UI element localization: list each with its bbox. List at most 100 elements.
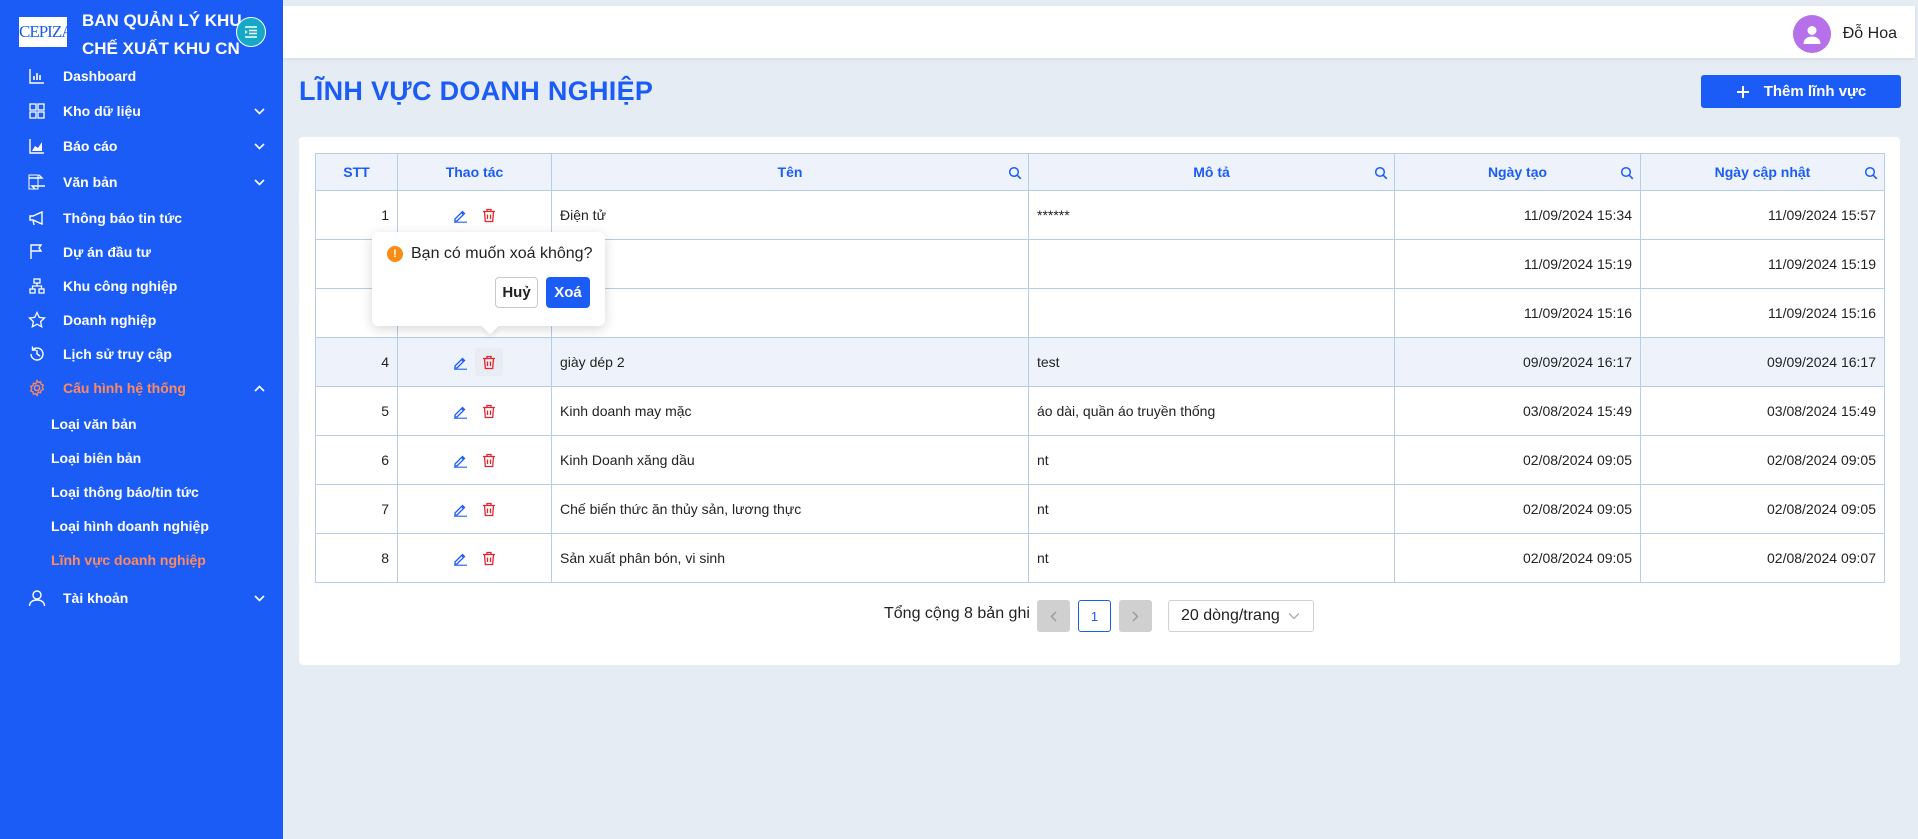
- cell-actions: [397, 533, 552, 583]
- prev-page-button[interactable]: [1037, 600, 1070, 632]
- cell-created: 03/08/2024 15:49: [1394, 386, 1641, 436]
- pagination-total: Tổng cộng 8 bản ghi: [884, 605, 1030, 622]
- sidebar-item-label: Dự án đầu tư: [63, 244, 151, 260]
- chevron-right-icon: [1132, 611, 1139, 621]
- sidebar-item-khu-cong-nghiep[interactable]: Khu công nghiệp: [0, 271, 283, 301]
- edit-icon[interactable]: [447, 201, 475, 229]
- sidebar-item-cau-hinh-he-thong[interactable]: Cấu hình hệ thống: [0, 373, 283, 403]
- col-header-label: Ngày cập nhật: [1714, 164, 1811, 180]
- table-row[interactable]: 5 Kinh doanh may mặc áo dài, quần áo truyề…: [315, 386, 1885, 436]
- table-row[interactable]: 7 Chế biến thức ăn thủy sản, lương thực nt…: [315, 484, 1885, 534]
- sub-item-linh-vuc-doanh-nghiep[interactable]: Lĩnh vực doanh nghiệp: [51, 547, 206, 573]
- cell-name: Chế biến thức ăn thủy sản, lương thực: [551, 484, 1029, 534]
- cell-updated: 11/09/2024 15:57: [1640, 190, 1885, 240]
- chevron-left-icon: [1050, 611, 1057, 621]
- cell-description: [1028, 288, 1395, 338]
- cell-description: ******: [1028, 190, 1395, 240]
- sub-item-loai-bien-ban[interactable]: Loại biên bản: [51, 445, 141, 471]
- cell-stt: 4: [315, 337, 398, 387]
- cell-stt: 7: [315, 484, 398, 534]
- menu-collapse-button[interactable]: [236, 17, 266, 47]
- logo[interactable]: CEPIZA: [18, 16, 74, 48]
- sub-item-loai-van-ban[interactable]: Loại văn bản: [51, 411, 137, 437]
- delete-icon[interactable]: [475, 446, 503, 474]
- edit-icon[interactable]: [447, 348, 475, 376]
- edit-icon[interactable]: [447, 397, 475, 425]
- cell-updated: 02/08/2024 09:05: [1640, 484, 1885, 534]
- col-header-actions: Thao tác: [397, 153, 552, 191]
- col-header-updated: Ngày cập nhật: [1640, 153, 1885, 191]
- top-bar: Đỗ Hoa: [283, 6, 1915, 58]
- cell-actions: [397, 435, 552, 485]
- search-icon[interactable]: [1864, 166, 1878, 180]
- sidebar-item-label: Doanh nghiệp: [63, 312, 157, 328]
- sidebar-item-lich-su-truy-cap[interactable]: Lịch sử truy cập: [0, 339, 283, 369]
- cell-description: áo dài, quần áo truyền thống: [1028, 386, 1395, 436]
- cell-created: 02/08/2024 09:05: [1394, 435, 1641, 485]
- cell-updated: 11/09/2024 15:19: [1640, 239, 1885, 289]
- col-header-label: Ngày tạo: [1487, 164, 1548, 180]
- brand-name: BAN QUẢN LÝ KHU CHẾ XUẤT KHU CN: [82, 7, 242, 63]
- user-menu[interactable]: Đỗ Hoa: [1792, 15, 1897, 53]
- sidebar-item-label: Văn bản: [63, 174, 118, 190]
- sidebar-item-du-an-dau-tu[interactable]: Dự án đầu tư: [0, 237, 283, 267]
- chevron-down-icon: [252, 104, 266, 118]
- search-icon[interactable]: [1008, 166, 1022, 180]
- edit-icon[interactable]: [447, 544, 475, 572]
- col-header-created: Ngày tạo: [1394, 153, 1641, 191]
- col-header-description: Mô tả: [1028, 153, 1395, 191]
- chevron-down-icon: [1288, 613, 1300, 620]
- edit-icon[interactable]: [447, 495, 475, 523]
- cell-updated: 11/09/2024 15:16: [1640, 288, 1885, 338]
- add-field-button[interactable]: Thêm lĩnh vực: [1701, 75, 1901, 108]
- col-header-label: Thao tác: [445, 164, 504, 180]
- chevron-up-icon: [252, 381, 266, 395]
- menu-fold-icon: [245, 26, 257, 38]
- search-icon[interactable]: [1620, 166, 1634, 180]
- search-icon[interactable]: [1374, 166, 1388, 180]
- sidebar-item-bao-cao[interactable]: Báo cáo: [0, 131, 283, 161]
- sidebar-item-doanh-nghiep[interactable]: Doanh nghiệp: [0, 305, 283, 335]
- chevron-down-icon: [252, 139, 266, 153]
- page-size-select[interactable]: 20 dòng/trang: [1168, 600, 1314, 632]
- chevron-down-icon: [252, 175, 266, 189]
- sidebar-item-label: Cấu hình hệ thống: [63, 380, 186, 396]
- delete-icon[interactable]: [475, 544, 503, 572]
- popconfirm-message: Bạn có muốn xoá không?: [411, 245, 593, 262]
- cell-updated: 09/09/2024 16:17: [1640, 337, 1885, 387]
- cell-updated: 02/08/2024 09:07: [1640, 533, 1885, 583]
- sidebar-item-thong-bao-tin-tuc[interactable]: Thông báo tin tức: [0, 203, 283, 233]
- delete-icon[interactable]: [475, 397, 503, 425]
- delete-icon[interactable]: [475, 201, 503, 229]
- table-row[interactable]: 6 Kinh Doanh xăng dầu nt 02/08/2024 09:05 02…: [315, 435, 1885, 485]
- page-number-button[interactable]: 1: [1078, 600, 1111, 632]
- table-row[interactable]: 8 Sản xuất phân bón, vi sinh nt 02/08/2024 …: [315, 533, 1885, 583]
- brand: CEPIZA BAN QUẢN LÝ KHU CHẾ XUẤT KHU CN: [0, 0, 283, 62]
- confirm-delete-button[interactable]: Xoá: [546, 277, 590, 308]
- cell-actions: [397, 386, 552, 436]
- cell-updated: 03/08/2024 15:49: [1640, 386, 1885, 436]
- cell-created: 02/08/2024 09:05: [1394, 533, 1641, 583]
- cancel-button[interactable]: Huỷ: [495, 277, 538, 308]
- sidebar-item-dashboard[interactable]: Dashboard: [0, 61, 283, 91]
- megaphone-icon: [26, 207, 48, 229]
- sub-item-loai-thong-bao-tin-tuc[interactable]: Loại thông báo/tin tức: [51, 479, 199, 505]
- sidebar-item-label: Dashboard: [63, 68, 137, 84]
- sidebar-item-tai-khoan[interactable]: Tài khoản: [0, 583, 283, 613]
- next-page-button[interactable]: [1119, 600, 1152, 632]
- sidebar-item-van-ban[interactable]: Văn bản: [0, 167, 283, 197]
- sidebar-item-label: Thông báo tin tức: [63, 210, 183, 226]
- edit-icon[interactable]: [447, 446, 475, 474]
- sidebar-item-kho-du-lieu[interactable]: Kho dữ liệu: [0, 96, 283, 126]
- cell-updated: 02/08/2024 09:05: [1640, 435, 1885, 485]
- bar-chart-icon: [26, 65, 48, 87]
- delete-icon[interactable]: [475, 495, 503, 523]
- col-header-label: STT: [343, 164, 370, 180]
- sub-item-loai-hinh-doanh-nghiep[interactable]: Loại hình doanh nghiệp: [51, 513, 209, 539]
- add-button-label: Thêm lĩnh vực: [1763, 83, 1867, 100]
- cell-created: 11/09/2024 15:34: [1394, 190, 1641, 240]
- table-header-row: STT Thao tác Tên Mô tả Ngày tạo Ngày cập…: [315, 153, 1885, 191]
- table-row[interactable]: 4 giày dép 2 test 09/09/2024 16:17 09/09/202…: [315, 337, 1885, 387]
- area-chart-icon: [26, 135, 48, 157]
- delete-icon[interactable]: [474, 348, 503, 376]
